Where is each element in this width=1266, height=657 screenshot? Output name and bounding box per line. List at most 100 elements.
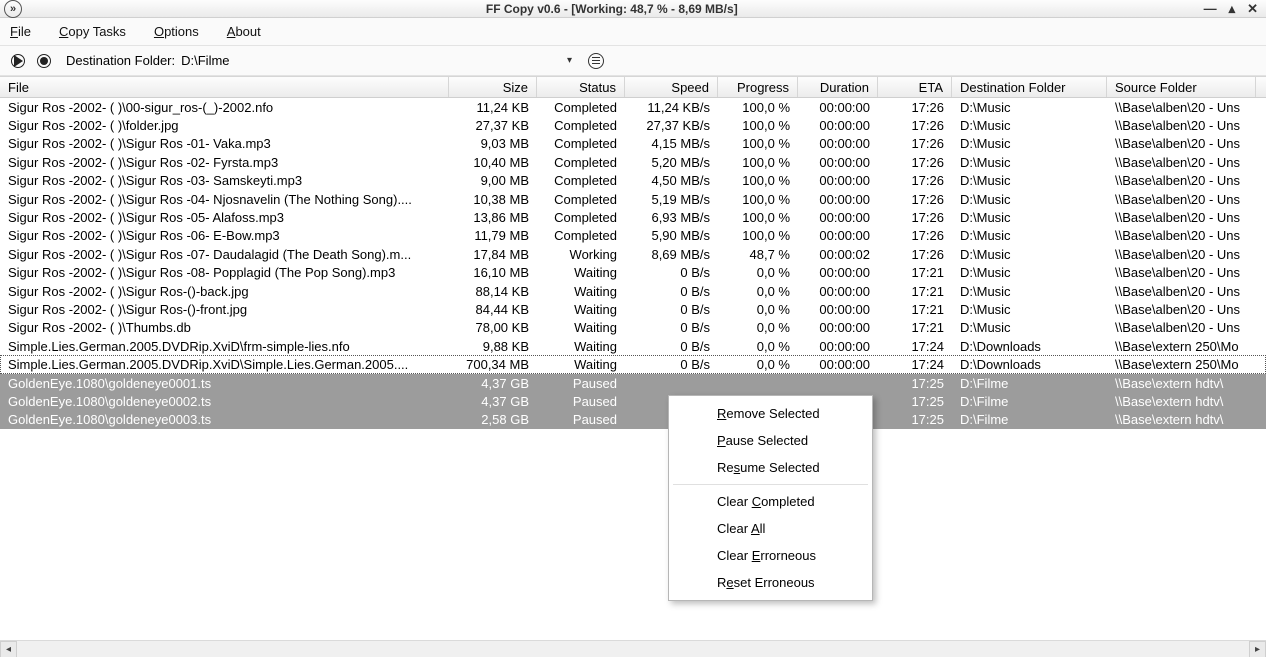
cell-dest: D:\Music	[952, 284, 1107, 299]
column-speed[interactable]: Speed	[625, 77, 718, 97]
cell-duration: 00:00:00	[798, 265, 878, 280]
cell-src: \\Base\alben\20 - Uns	[1107, 100, 1256, 115]
cell-progress: 48,7 %	[718, 247, 798, 262]
menu-file[interactable]: File	[10, 24, 31, 39]
cell-eta: 17:26	[878, 228, 952, 243]
cell-status: Waiting	[537, 302, 625, 317]
table-row[interactable]: Sigur Ros -2002- ( )\Sigur Ros -03- Sams…	[0, 172, 1266, 190]
cell-duration: 00:00:00	[798, 100, 878, 115]
column-duration[interactable]: Duration	[798, 77, 878, 97]
ctx-reset-erroneous[interactable]: Reset Erroneous	[669, 569, 872, 596]
play-icon	[14, 55, 23, 67]
cell-progress: 0,0 %	[718, 339, 798, 354]
cell-src: \\Base\alben\20 - Uns	[1107, 247, 1256, 262]
table-header: File Size Status Speed Progress Duration…	[0, 76, 1266, 98]
table-row[interactable]: Simple.Lies.German.2005.DVDRip.XviD\Simp…	[0, 355, 1266, 373]
column-status[interactable]: Status	[537, 77, 625, 97]
cell-progress: 100,0 %	[718, 118, 798, 133]
cell-eta: 17:21	[878, 284, 952, 299]
table-row[interactable]: Sigur Ros -2002- ( )\00-sigur_ros-(_)-20…	[0, 98, 1266, 116]
list-menu-button[interactable]	[588, 53, 604, 69]
cell-progress: 0,0 %	[718, 357, 798, 372]
destination-folder-label: Destination Folder:	[66, 53, 175, 68]
cell-size: 10,40 MB	[449, 155, 537, 170]
cell-src: \\Base\alben\20 - Uns	[1107, 173, 1256, 188]
table-row[interactable]: GoldenEye.1080\goldeneye0003.ts2,58 GBPa…	[0, 411, 1266, 429]
menu-copy-tasks[interactable]: Copy Tasks	[59, 24, 126, 39]
cell-speed: 11,24 KB/s	[625, 100, 718, 115]
record-button[interactable]	[36, 53, 52, 69]
cell-speed: 5,19 MB/s	[625, 192, 718, 207]
table-row[interactable]: GoldenEye.1080\goldeneye0002.ts4,37 GBPa…	[0, 392, 1266, 410]
table-row[interactable]: Sigur Ros -2002- ( )\Sigur Ros-()-back.j…	[0, 282, 1266, 300]
cell-status: Waiting	[537, 339, 625, 354]
cell-status: Completed	[537, 173, 625, 188]
cell-status: Completed	[537, 136, 625, 151]
cell-duration: 00:00:00	[798, 357, 878, 372]
cell-size: 4,37 GB	[449, 376, 537, 391]
cell-dest: D:\Music	[952, 247, 1107, 262]
cell-duration: 00:00:00	[798, 210, 878, 225]
cell-duration: 00:00:02	[798, 247, 878, 262]
table-row[interactable]: Sigur Ros -2002- ( )\Thumbs.db78,00 KBWa…	[0, 319, 1266, 337]
table-row[interactable]: Sigur Ros -2002- ( )\Sigur Ros -01- Vaka…	[0, 135, 1266, 153]
cell-status: Paused	[537, 376, 625, 391]
play-button[interactable]	[10, 53, 26, 69]
maximize-button[interactable]: ▴	[1229, 2, 1236, 15]
cell-dest: D:\Music	[952, 136, 1107, 151]
table-row[interactable]: Sigur Ros -2002- ( )\Sigur Ros -04- Njos…	[0, 190, 1266, 208]
scroll-right-icon[interactable]: ▸	[1249, 641, 1266, 657]
cell-src: \\Base\extern 250\Mo	[1107, 339, 1256, 354]
destination-folder-value[interactable]: D:\Filme	[181, 53, 229, 68]
ctx-remove-selected[interactable]: Remove Selected	[669, 400, 872, 427]
column-src[interactable]: Source Folder	[1107, 77, 1256, 97]
table-row[interactable]: Sigur Ros -2002- ( )\Sigur Ros -02- Fyrs…	[0, 153, 1266, 171]
cell-file: Simple.Lies.German.2005.DVDRip.XviD\frm-…	[0, 339, 449, 354]
column-progress[interactable]: Progress	[718, 77, 798, 97]
table-row[interactable]: GoldenEye.1080\goldeneye0001.ts4,37 GBPa…	[0, 374, 1266, 392]
column-eta[interactable]: ETA	[878, 77, 952, 97]
ctx-clear-all[interactable]: Clear All	[669, 515, 872, 542]
cell-file: GoldenEye.1080\goldeneye0002.ts	[0, 394, 449, 409]
cell-status: Waiting	[537, 320, 625, 335]
ctx-resume-selected[interactable]: Resume Selected	[669, 454, 872, 481]
column-dest[interactable]: Destination Folder	[952, 77, 1107, 97]
cell-eta: 17:24	[878, 357, 952, 372]
cell-eta: 17:21	[878, 302, 952, 317]
cell-status: Waiting	[537, 265, 625, 280]
cell-size: 17,84 MB	[449, 247, 537, 262]
cell-speed: 4,15 MB/s	[625, 136, 718, 151]
table-row[interactable]: Sigur Ros -2002- ( )\Sigur Ros -05- Alaf…	[0, 208, 1266, 226]
menu-options[interactable]: Options	[154, 24, 199, 39]
cell-dest: D:\Music	[952, 210, 1107, 225]
cell-status: Paused	[537, 412, 625, 427]
close-button[interactable]: ✕	[1247, 2, 1258, 15]
cell-dest: D:\Music	[952, 173, 1107, 188]
destination-folder-dropdown-icon[interactable]: ▾	[567, 55, 578, 66]
cell-size: 84,44 KB	[449, 302, 537, 317]
table-row[interactable]: Sigur Ros -2002- ( )\Sigur Ros -07- Daud…	[0, 245, 1266, 263]
table-row[interactable]: Sigur Ros -2002- ( )\Sigur Ros -08- Popp…	[0, 264, 1266, 282]
table-row[interactable]: Sigur Ros -2002- ( )\Sigur Ros -06- E-Bo…	[0, 227, 1266, 245]
ctx-clear-erroneous[interactable]: Clear Errorneous	[669, 542, 872, 569]
table-row[interactable]: Sigur Ros -2002- ( )\Sigur Ros-()-front.…	[0, 300, 1266, 318]
column-file[interactable]: File	[0, 77, 449, 97]
cell-eta: 17:26	[878, 210, 952, 225]
table-row[interactable]: Sigur Ros -2002- ( )\folder.jpg27,37 KBC…	[0, 116, 1266, 134]
horizontal-scrollbar[interactable]: ◂ ▸	[0, 640, 1266, 657]
table-body[interactable]: Sigur Ros -2002- ( )\00-sigur_ros-(_)-20…	[0, 98, 1266, 640]
menu-about[interactable]: About	[227, 24, 261, 39]
scroll-left-icon[interactable]: ◂	[0, 641, 17, 657]
cell-file: Sigur Ros -2002- ( )\Sigur Ros -07- Daud…	[0, 247, 449, 262]
cell-dest: D:\Music	[952, 320, 1107, 335]
column-size[interactable]: Size	[449, 77, 537, 97]
minimize-button[interactable]: —	[1204, 2, 1217, 15]
ctx-clear-completed[interactable]: Clear Completed	[669, 488, 872, 515]
ctx-pause-selected[interactable]: Pause Selected	[669, 427, 872, 454]
cell-dest: D:\Music	[952, 100, 1107, 115]
table-row[interactable]: Simple.Lies.German.2005.DVDRip.XviD\frm-…	[0, 337, 1266, 355]
cell-eta: 17:25	[878, 394, 952, 409]
cell-speed: 0 B/s	[625, 284, 718, 299]
cell-eta: 17:26	[878, 192, 952, 207]
cell-progress: 100,0 %	[718, 192, 798, 207]
